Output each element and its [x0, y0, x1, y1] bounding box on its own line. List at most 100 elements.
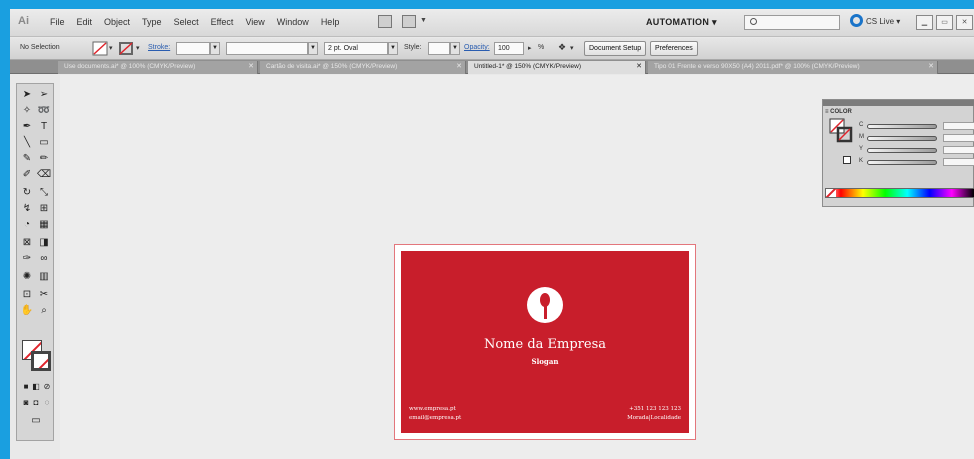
opacity-label[interactable]: Opacity: — [464, 44, 490, 51]
yellow-value-field[interactable] — [943, 146, 974, 154]
help-search-input[interactable] — [744, 15, 840, 30]
close-icon[interactable]: ✕ — [248, 61, 254, 73]
hand-tool-icon[interactable]: ✋ — [20, 304, 34, 318]
close-icon[interactable]: ✕ — [928, 61, 934, 73]
cyan-slider[interactable] — [867, 124, 937, 129]
opacity-stepper[interactable]: ▸ — [528, 44, 532, 52]
menu-object[interactable]: Object — [104, 17, 130, 27]
black-slider[interactable] — [867, 160, 937, 165]
fill-swatch-icon[interactable] — [92, 41, 108, 56]
close-window-button[interactable]: ✕ — [956, 15, 973, 30]
stroke-weight-dropdown[interactable]: ▼ — [210, 42, 220, 55]
slice-tool-icon[interactable]: ✂ — [37, 288, 51, 302]
opacity-field[interactable]: 100 — [494, 42, 524, 55]
color-panel-header[interactable] — [823, 100, 974, 106]
eraser-tool-icon[interactable]: ⌫ — [37, 168, 51, 182]
recolor-artwork-icon[interactable]: ❖ — [558, 42, 566, 53]
variable-width-profile[interactable] — [226, 42, 308, 55]
stroke-weight-field[interactable] — [176, 42, 210, 55]
perspective-grid-tool-icon[interactable]: ▦ — [37, 218, 51, 232]
arrange-dropdown-icon[interactable]: ▼ — [420, 17, 427, 24]
stroke-dropdown-icon[interactable]: ▾ — [136, 44, 140, 52]
warp-tool-icon[interactable]: ↯ — [20, 202, 34, 216]
arrange-documents-icon[interactable] — [402, 15, 416, 28]
mesh-tool-icon[interactable]: ⊠ — [20, 236, 34, 250]
magic-wand-tool-icon[interactable]: ✧ — [20, 104, 34, 118]
black-slider-row[interactable]: K — [859, 158, 974, 167]
menu-select[interactable]: Select — [174, 17, 199, 27]
color-spectrum-ramp[interactable] — [825, 188, 974, 198]
menu-file[interactable]: File — [50, 17, 65, 27]
direct-selection-tool-icon[interactable]: ➢ — [37, 88, 51, 102]
magenta-slider-row[interactable]: M — [859, 134, 974, 143]
none-swatch-icon[interactable] — [826, 189, 836, 197]
close-icon[interactable]: ✕ — [636, 61, 642, 73]
recolor-dropdown-icon[interactable]: ▾ — [570, 44, 574, 52]
column-graph-tool-icon[interactable]: ▥ — [37, 270, 51, 284]
pencil-tool-icon[interactable]: ✏ — [37, 152, 51, 166]
out-of-gamut-icon[interactable] — [843, 156, 851, 164]
stroke-box[interactable] — [31, 351, 51, 371]
menu-type[interactable]: Type — [142, 17, 162, 27]
style-swatch[interactable] — [428, 42, 450, 55]
menu-help[interactable]: Help — [321, 17, 340, 27]
lasso-tool-icon[interactable]: ➿ — [37, 104, 51, 118]
cyan-value-field[interactable] — [943, 122, 974, 130]
cyan-slider-row[interactable]: C — [859, 122, 974, 131]
fill-stroke-control[interactable] — [22, 340, 52, 372]
minimize-button[interactable]: ▁ — [916, 15, 933, 30]
blend-tool-icon[interactable]: ∞ — [37, 252, 51, 266]
gradient-tool-icon[interactable]: ◨ — [37, 236, 51, 250]
blob-brush-tool-icon[interactable]: ✐ — [20, 168, 34, 182]
profile-dropdown[interactable]: ▼ — [308, 42, 318, 55]
draw-inside-icon[interactable]: ◌ — [40, 396, 54, 410]
document-setup-button[interactable]: Document Setup — [584, 41, 647, 56]
cs-live-menu[interactable]: CS Live ▾ — [866, 17, 900, 26]
style-dropdown[interactable]: ▼ — [450, 42, 460, 55]
zoom-tool-icon[interactable]: ⌕ — [37, 304, 51, 318]
menu-window[interactable]: Window — [277, 17, 309, 27]
preferences-button[interactable]: Preferences — [650, 41, 698, 56]
color-panel-tab[interactable]: ≡ COLOR — [825, 109, 852, 115]
paintbrush-tool-icon[interactable]: ✎ — [20, 152, 34, 166]
none-mode-icon[interactable]: ⊘ — [40, 380, 54, 394]
menu-view[interactable]: View — [245, 17, 264, 27]
bridge-icon[interactable] — [378, 15, 392, 28]
tab-cartao-de-visita[interactable]: Cartão de visita.ai* @ 150% (CMYK/Previe… — [260, 61, 466, 74]
brush-definition[interactable]: 2 pt. Oval — [324, 42, 388, 55]
artboard[interactable]: Nome da Empresa Slogan www.empresa.pt em… — [394, 244, 696, 440]
free-transform-tool-icon[interactable]: ⊞ — [37, 202, 51, 216]
tab-tipo-01[interactable]: Tipo 01 Frente e verso 90X50 (A4) 2011.p… — [648, 61, 938, 74]
stroke-label[interactable]: Stroke: — [148, 44, 170, 51]
rotate-tool-icon[interactable]: ↻ — [20, 186, 34, 200]
stroke-swatch-icon[interactable] — [118, 41, 134, 56]
menu-edit[interactable]: Edit — [77, 17, 93, 27]
line-tool-icon[interactable]: ╲ — [20, 136, 34, 150]
artboard-tool-icon[interactable]: ⊡ — [20, 288, 34, 302]
yellow-slider-row[interactable]: Y — [859, 146, 974, 155]
pen-tool-icon[interactable]: ✒ — [20, 120, 34, 134]
tab-untitled-1[interactable]: Untitled-1* @ 150% (CMYK/Preview) ✕ — [468, 61, 646, 74]
close-icon[interactable]: ✕ — [456, 61, 462, 73]
scale-tool-icon[interactable]: ⤡ — [37, 186, 51, 200]
tab-use-documents[interactable]: Use documents.ai* @ 100% (CMYK/Preview) … — [58, 61, 258, 74]
business-card[interactable]: Nome da Empresa Slogan www.empresa.pt em… — [401, 251, 689, 433]
type-tool-icon[interactable]: T — [37, 120, 51, 134]
eyedropper-tool-icon[interactable]: ✑ — [20, 252, 34, 266]
black-value-field[interactable] — [943, 158, 974, 166]
panel-fill-stroke-icon[interactable] — [829, 118, 853, 144]
symbol-sprayer-tool-icon[interactable]: ✺ — [20, 270, 34, 284]
yellow-slider[interactable] — [867, 148, 937, 153]
magenta-slider[interactable] — [867, 136, 937, 141]
magenta-value-field[interactable] — [943, 134, 974, 142]
cs-live-icon[interactable] — [850, 14, 863, 27]
menu-effect[interactable]: Effect — [211, 17, 234, 27]
rectangle-tool-icon[interactable]: ▭ — [37, 136, 51, 150]
workspace-switcher[interactable]: AUTOMATION ▾ — [646, 17, 717, 28]
shape-builder-tool-icon[interactable]: ◔ — [20, 218, 34, 232]
brush-dropdown[interactable]: ▼ — [388, 42, 398, 55]
fill-dropdown-icon[interactable]: ▾ — [109, 44, 113, 52]
screen-mode-icon[interactable]: ▭ — [29, 414, 43, 428]
restore-button[interactable]: ▭ — [936, 15, 953, 30]
selection-tool-icon[interactable]: ➤ — [20, 88, 34, 102]
